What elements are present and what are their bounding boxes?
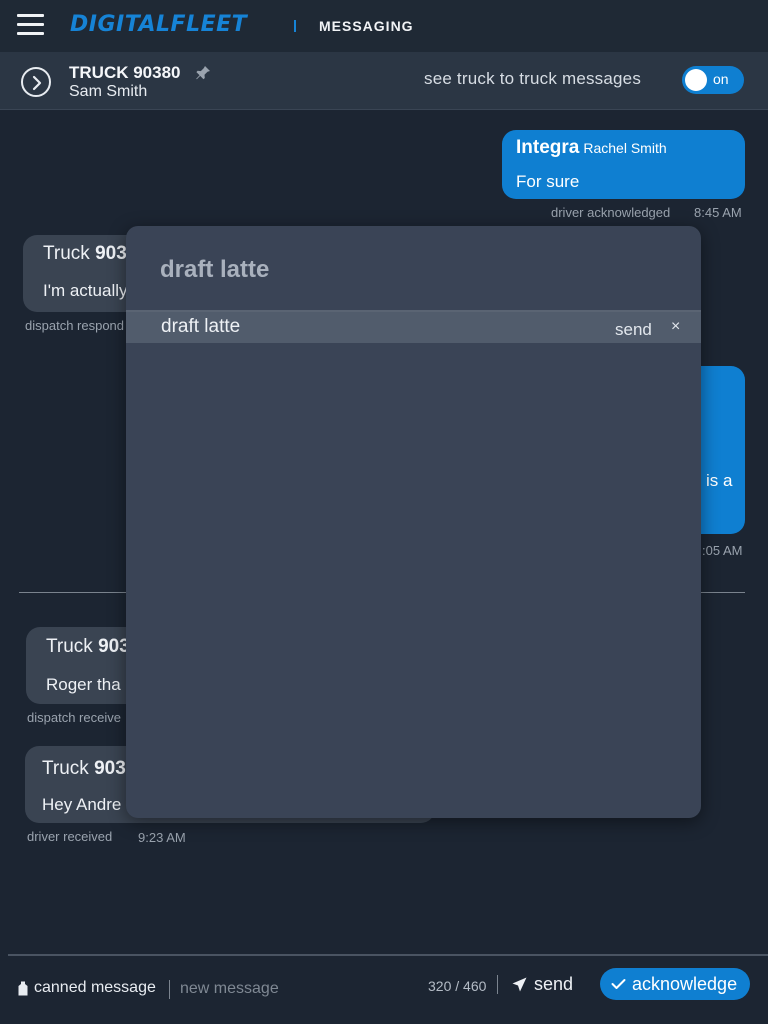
message-body: I'm actually <box>43 281 128 300</box>
message-status: dispatch receive <box>27 710 121 725</box>
message-body: is a <box>706 471 733 490</box>
driver-name: Sam Smith <box>69 83 148 100</box>
truck-name: TRUCK 90380 <box>69 63 181 82</box>
modal-title: draft latte <box>160 256 270 283</box>
message-body: Hey Andre <box>42 795 122 814</box>
message-time: 9:23 AM <box>138 830 186 845</box>
character-counter: 320 / 460 <box>428 978 487 994</box>
message-status: driver acknowledged <box>551 205 671 220</box>
canned-message-icon <box>18 981 28 995</box>
hamburger-menu-icon[interactable] <box>17 14 44 38</box>
close-icon[interactable]: × <box>671 318 680 336</box>
composer-separator <box>169 980 170 999</box>
draft-send-button[interactable]: send <box>615 320 652 340</box>
draft-item[interactable]: draft latte send × <box>126 312 701 343</box>
message-bubble-outgoing[interactable]: Integra Rachel Smith For sure <box>502 130 745 199</box>
message-sender: Integra Rachel Smith <box>516 137 667 158</box>
truck-to-truck-label: see truck to truck messages <box>424 69 642 88</box>
message-status: driver received <box>27 829 113 844</box>
message-body: Roger tha <box>46 675 121 694</box>
draft-text: draft latte <box>161 316 241 337</box>
message-status: dispatch respond <box>25 318 125 333</box>
pin-icon[interactable] <box>195 65 211 81</box>
section-title: MESSAGING <box>319 18 414 34</box>
drafts-modal: draft latte draft latte send × <box>126 226 701 818</box>
app-logo: DIGITALFLEET <box>70 12 248 37</box>
new-message-input[interactable] <box>180 977 410 1001</box>
message-body: For sure <box>516 172 580 191</box>
acknowledge-label: acknowledge <box>632 973 738 994</box>
checkmark-icon <box>611 979 626 989</box>
send-button[interactable]: send <box>512 974 573 995</box>
message-sender: Truck 903 <box>42 758 126 779</box>
top-bar: DIGITALFLEET MESSAGING <box>0 0 768 52</box>
send-label: send <box>534 974 574 994</box>
composer-separator <box>497 975 498 994</box>
message-time: 8:45 AM <box>694 205 742 220</box>
canned-message-label: canned message <box>34 979 156 996</box>
canned-message-button[interactable]: canned message <box>18 979 156 997</box>
truck-to-truck-toggle[interactable]: on <box>682 66 744 94</box>
chevron-right-icon[interactable] <box>21 67 51 97</box>
acknowledge-button[interactable]: acknowledge <box>600 968 750 1000</box>
logo-divider <box>294 20 296 32</box>
message-sender: Truck 903 <box>43 243 127 264</box>
send-icon <box>512 977 527 992</box>
conversation-header: TRUCK 90380 Sam Smith see truck to truck… <box>0 52 768 110</box>
message-sender: Truck 903 <box>46 636 130 657</box>
toggle-knob <box>685 69 707 91</box>
composer-divider <box>8 954 768 956</box>
message-time: :05 AM <box>702 543 743 558</box>
toggle-state: on <box>713 71 729 87</box>
